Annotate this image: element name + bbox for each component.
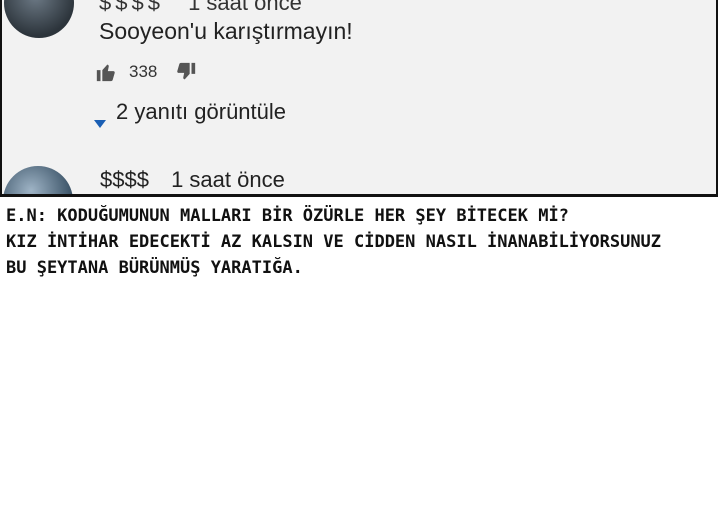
- editor-note-line: E.N: KODUĞUMUNUN MALLARI BİR ÖZÜRLE HER …: [6, 206, 569, 226]
- editor-note-line: KIZ İNTİHAR EDECEKTİ AZ KALSIN VE CİDDEN…: [6, 232, 662, 252]
- comment-actions: 338: [95, 60, 197, 84]
- editor-note: E.N: KODUĞUMUNUN MALLARI BİR ÖZÜRLE HER …: [6, 203, 714, 281]
- comment-meta: $$$$ 1 saat önce: [100, 167, 285, 193]
- comment-timestamp: 1 saat önce: [171, 167, 285, 192]
- thumbs-up-icon[interactable]: [95, 61, 117, 83]
- comment-screenshot-panel: $$$$ 1 saat önce Sooyeon'u karıştırmayın…: [0, 0, 718, 197]
- editor-note-line: BU ŞEYTANA BÜRÜNMÜŞ YARATIĞA.: [6, 258, 303, 278]
- thumbs-down-icon[interactable]: [175, 61, 197, 83]
- like-count: 338: [129, 62, 158, 81]
- view-replies-label: 2 yanıtı görüntüle: [116, 99, 287, 124]
- comment-username[interactable]: $$$$: [100, 167, 149, 192]
- comment-text: Sooyeon'u karıştırmayın!: [99, 18, 353, 44]
- chevron-down-icon: [94, 108, 106, 128]
- comment-meta: $$$$ 1 saat önce: [99, 0, 302, 16]
- avatar[interactable]: [3, 166, 73, 194]
- comment-timestamp: 1 saat önce: [188, 0, 302, 15]
- comment-username[interactable]: $$$$: [99, 0, 164, 15]
- avatar[interactable]: [4, 0, 74, 38]
- view-replies-button[interactable]: 2 yanıtı görüntüle: [94, 99, 287, 128]
